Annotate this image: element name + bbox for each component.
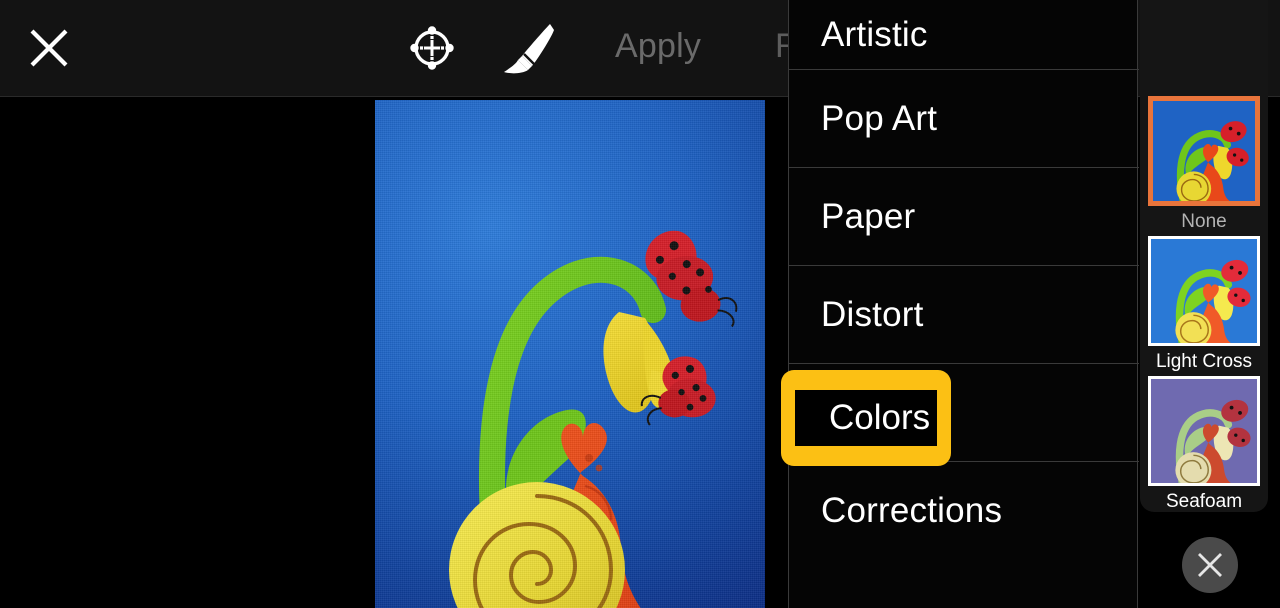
preset-preview-none — [1153, 101, 1255, 201]
menu-item-corrections[interactable]: Corrections — [789, 462, 1139, 560]
preset-preview-seafoam — [1151, 379, 1257, 483]
menu-item-paper[interactable]: Paper — [789, 168, 1139, 266]
apply-button[interactable]: Apply — [615, 27, 701, 66]
preset-item-seafoam[interactable]: Seafoam — [1140, 376, 1268, 512]
preset-item-none[interactable]: None — [1140, 96, 1268, 233]
edited-photo[interactable] — [375, 100, 765, 608]
menu-item-label: Artistic — [821, 14, 928, 54]
preset-label: Seafoam — [1165, 491, 1243, 512]
photo-artwork — [449, 230, 738, 608]
menu-item-label: Paper — [821, 196, 916, 236]
menu-item-label: Distort — [821, 294, 924, 334]
preset-thumbnail[interactable] — [1148, 376, 1260, 486]
target-crosshair-icon[interactable] — [408, 24, 456, 72]
menu-item-label: Pop Art — [821, 98, 938, 138]
menu-item-label: Corrections — [821, 491, 1003, 530]
close-x-icon[interactable] — [27, 26, 71, 70]
close-panel-button[interactable] — [1182, 537, 1238, 593]
preset-thumbnail-rail[interactable]: None Light Cross Seafoam — [1140, 0, 1268, 512]
preset-label: None — [1181, 211, 1227, 232]
paintbrush-icon[interactable] — [500, 22, 556, 74]
effect-category-menu[interactable]: Artistic Pop Art Paper Distort Correctio… — [781, 0, 1139, 608]
preset-item-light-cross[interactable]: Light Cross — [1140, 236, 1268, 373]
preset-label: Light Cross — [1155, 351, 1253, 372]
close-x-icon — [1198, 553, 1222, 577]
preset-preview-light-cross — [1151, 239, 1257, 343]
preset-thumbnail[interactable] — [1148, 96, 1260, 206]
preset-thumbnail[interactable] — [1148, 236, 1260, 346]
menu-item-artistic[interactable]: Artistic — [789, 0, 1139, 70]
menu-item-distort[interactable]: Distort — [789, 266, 1139, 364]
photo-editor-screen: Apply Reset Artistic Pop Art Paper Disto… — [0, 0, 1280, 608]
menu-item-pop-art[interactable]: Pop Art — [789, 70, 1139, 168]
menu-item-label-colors: Colors — [829, 398, 931, 437]
